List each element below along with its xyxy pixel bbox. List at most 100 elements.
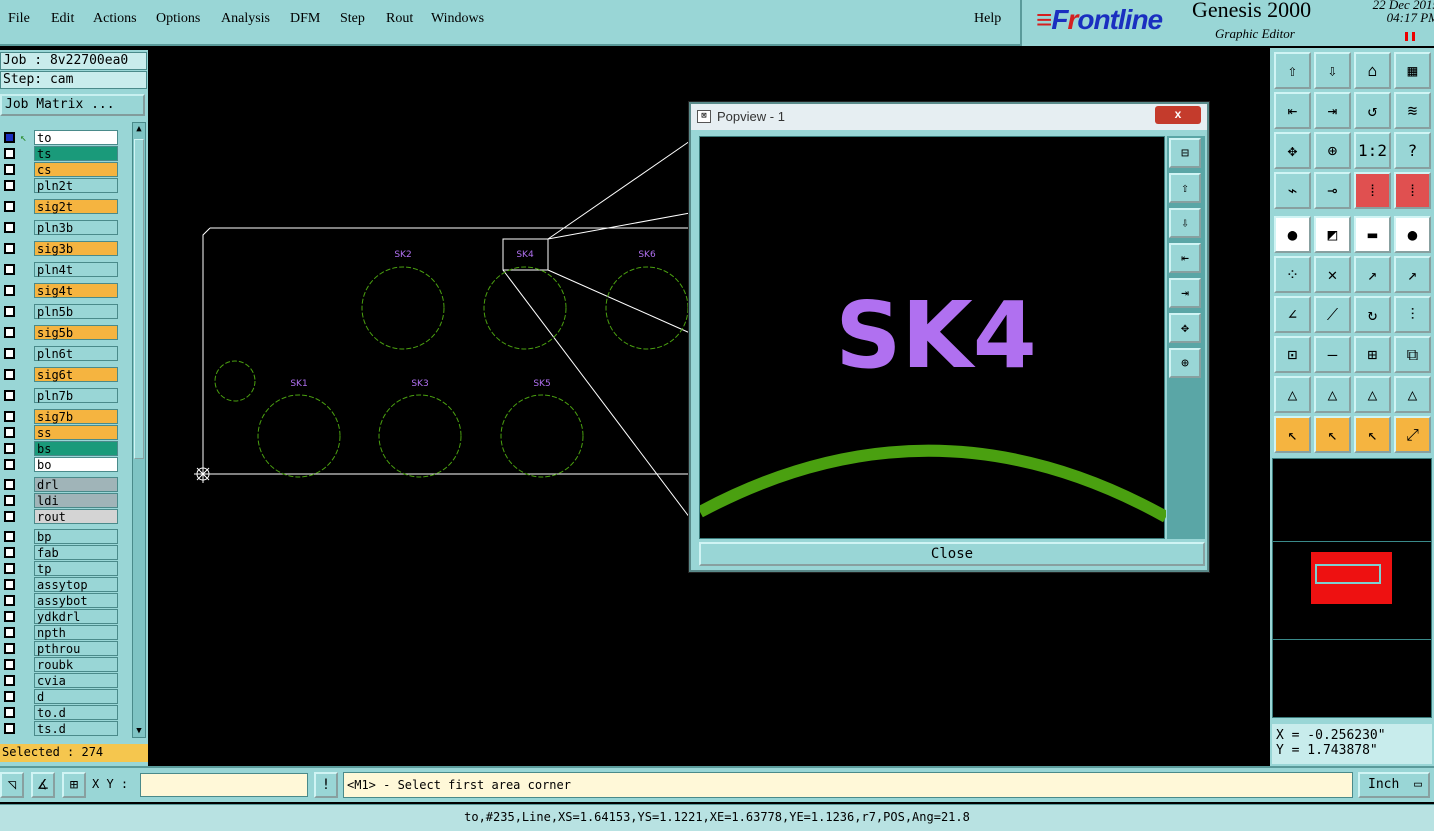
layer-affected-toggle[interactable] bbox=[20, 722, 32, 735]
work-layer-arrow-icon[interactable]: ↖ bbox=[20, 131, 32, 144]
menu-step[interactable]: Step bbox=[340, 11, 365, 27]
menu-edit[interactable]: Edit bbox=[51, 11, 74, 27]
select-poly-icon[interactable]: ↖ bbox=[1354, 416, 1391, 453]
layer-checkbox[interactable] bbox=[4, 723, 15, 734]
snap-icon[interactable]: ◹ bbox=[0, 772, 24, 798]
popview-down-icon[interactable]: ⇩ bbox=[1169, 208, 1201, 238]
layer-checkbox[interactable] bbox=[4, 531, 15, 542]
job-matrix-button[interactable]: Job Matrix ... bbox=[0, 94, 145, 116]
layer-row-npth[interactable]: npth bbox=[0, 625, 118, 640]
layer-name[interactable]: cs bbox=[34, 162, 118, 177]
surface-icon[interactable]: ◩ bbox=[1314, 216, 1351, 253]
layer-row-d[interactable]: d bbox=[0, 689, 118, 704]
menu-dfm[interactable]: DFM bbox=[290, 11, 320, 27]
layer-checkbox[interactable] bbox=[4, 691, 15, 702]
layer-name[interactable]: pln3b bbox=[34, 220, 118, 235]
scroll-thumb[interactable] bbox=[134, 139, 144, 459]
line-icon[interactable]: ⟋ bbox=[1314, 296, 1351, 333]
zoom-ratio-icon[interactable]: 1:2 bbox=[1354, 132, 1391, 169]
layer-checkbox[interactable] bbox=[4, 201, 15, 212]
layer-affected-toggle[interactable] bbox=[20, 442, 32, 455]
layer-name[interactable]: sig4t bbox=[34, 283, 118, 298]
layer-row-assybot[interactable]: assybot bbox=[0, 593, 118, 608]
layer-row-pln3b[interactable]: pln3b bbox=[0, 220, 118, 235]
layer-affected-toggle[interactable] bbox=[20, 221, 32, 234]
layer-row-fab[interactable]: fab bbox=[0, 545, 118, 560]
layer-affected-toggle[interactable] bbox=[20, 305, 32, 318]
layer-affected-toggle[interactable] bbox=[20, 242, 32, 255]
layer-row-rout[interactable]: rout bbox=[0, 509, 118, 524]
layer-row-pln7b[interactable]: pln7b bbox=[0, 388, 118, 403]
scroll-down-icon[interactable]: ▼ bbox=[133, 725, 145, 737]
layer-affected-toggle[interactable] bbox=[20, 368, 32, 381]
layer-row-sig4t[interactable]: sig4t bbox=[0, 283, 118, 298]
layer-checkbox[interactable] bbox=[4, 511, 15, 522]
layer-row-cvia[interactable]: cvia bbox=[0, 673, 118, 688]
help-icon[interactable]: ? bbox=[1394, 132, 1431, 169]
layer-affected-toggle[interactable] bbox=[20, 530, 32, 543]
layer-name[interactable]: drl bbox=[34, 477, 118, 492]
layer-name[interactable]: pln5b bbox=[34, 304, 118, 319]
net-icon[interactable]: ⁞ bbox=[1354, 172, 1391, 209]
layer-affected-toggle[interactable] bbox=[20, 674, 32, 687]
layer-row-to[interactable]: ↖ to bbox=[0, 130, 118, 145]
layer-checkbox[interactable] bbox=[4, 306, 15, 317]
layer-affected-toggle[interactable] bbox=[20, 426, 32, 439]
layer-row-to-d[interactable]: to.d bbox=[0, 705, 118, 720]
grid-icon[interactable]: ⊞ bbox=[62, 772, 86, 798]
layer-row-drl[interactable]: drl bbox=[0, 477, 118, 492]
circle-icon[interactable]: ● bbox=[1394, 216, 1431, 253]
layer-row-sig2t[interactable]: sig2t bbox=[0, 199, 118, 214]
layer-name[interactable]: sig6t bbox=[34, 367, 118, 382]
layer-checkbox[interactable] bbox=[4, 369, 15, 380]
layer-affected-toggle[interactable] bbox=[20, 284, 32, 297]
angle-icon[interactable]: ∡ bbox=[31, 772, 55, 798]
popview-close-button[interactable]: Close bbox=[699, 542, 1205, 566]
layer-affected-toggle[interactable] bbox=[20, 147, 32, 160]
layer-name[interactable]: pln7b bbox=[34, 388, 118, 403]
layer-name[interactable]: assybot bbox=[34, 593, 118, 608]
layer-name[interactable]: bp bbox=[34, 529, 118, 544]
resize-icon[interactable]: ⊞ bbox=[1354, 336, 1391, 373]
layer-name[interactable]: ts bbox=[34, 146, 118, 161]
layer-name[interactable]: pln4t bbox=[34, 262, 118, 277]
layer-affected-toggle[interactable] bbox=[20, 546, 32, 559]
home-view-icon[interactable]: ⌂ bbox=[1354, 52, 1391, 89]
layer-checkbox[interactable] bbox=[4, 547, 15, 558]
layer-checkbox[interactable] bbox=[4, 627, 15, 638]
layer-checkbox[interactable] bbox=[4, 563, 15, 574]
layer-affected-toggle[interactable] bbox=[20, 478, 32, 491]
pan-right-icon[interactable]: ⇥ bbox=[1314, 92, 1351, 129]
layer-affected-toggle[interactable] bbox=[20, 610, 32, 623]
layer-checkbox[interactable] bbox=[4, 611, 15, 622]
layer-name[interactable]: cvia bbox=[34, 673, 118, 688]
triangle-icon[interactable]: △ bbox=[1394, 376, 1431, 413]
menu-analysis[interactable]: Analysis bbox=[221, 11, 270, 27]
layer-affected-toggle[interactable] bbox=[20, 163, 32, 176]
menu-actions[interactable]: Actions bbox=[93, 11, 137, 27]
snap-intersect-icon[interactable]: ✕ bbox=[1314, 256, 1351, 293]
layer-checkbox[interactable] bbox=[4, 327, 15, 338]
layer-name[interactable]: to bbox=[34, 130, 118, 145]
layer-affected-toggle[interactable] bbox=[20, 578, 32, 591]
layer-row-pthrou[interactable]: pthrou bbox=[0, 641, 118, 656]
layer-affected-toggle[interactable] bbox=[20, 658, 32, 671]
layer-row-bp[interactable]: bp bbox=[0, 529, 118, 544]
layer-affected-toggle[interactable] bbox=[20, 562, 32, 575]
layer-name[interactable]: fab bbox=[34, 545, 118, 560]
layer-checkbox[interactable] bbox=[4, 164, 15, 175]
layer-row-ts-d[interactable]: ts.d bbox=[0, 721, 118, 736]
layer-name[interactable]: ts.d bbox=[34, 721, 118, 736]
layer-checkbox[interactable] bbox=[4, 243, 15, 254]
layer-name[interactable]: ldi bbox=[34, 493, 118, 508]
redraw-icon[interactable]: ≋ bbox=[1394, 92, 1431, 129]
popview-left-icon[interactable]: ⇤ bbox=[1169, 243, 1201, 273]
layer-row-pln5b[interactable]: pln5b bbox=[0, 304, 118, 319]
popview-fit-icon[interactable]: ⊟ bbox=[1169, 138, 1201, 168]
layer-name[interactable]: sig7b bbox=[34, 409, 118, 424]
xy-input[interactable] bbox=[140, 773, 308, 797]
triangle-icon[interactable]: △ bbox=[1354, 376, 1391, 413]
layer-affected-toggle[interactable] bbox=[20, 410, 32, 423]
layer-name[interactable]: d bbox=[34, 689, 118, 704]
layer-checkbox[interactable] bbox=[4, 595, 15, 606]
